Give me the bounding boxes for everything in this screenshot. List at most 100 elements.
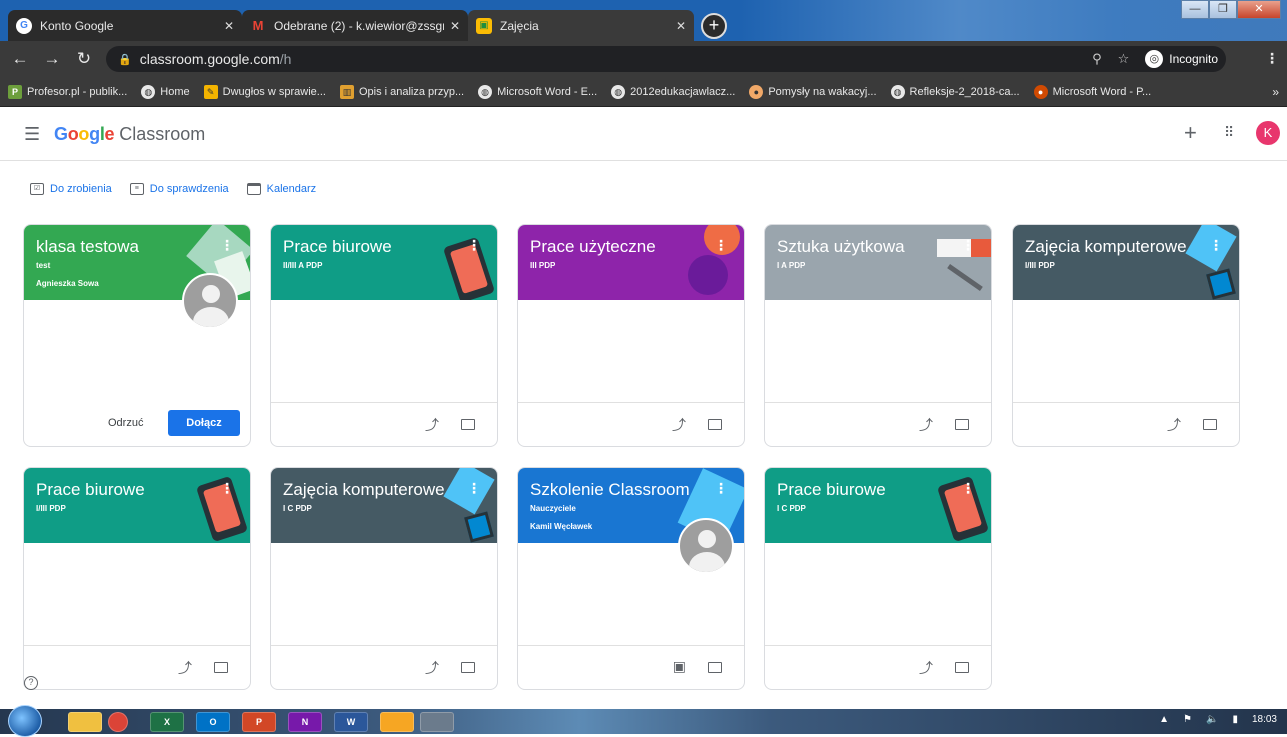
class-card[interactable]: Zajęcia komputerowe I/III PDP ⋮ ⤴ — [1012, 224, 1240, 447]
bookmark-item[interactable]: ✎ Dwugłos w sprawie... — [203, 84, 326, 99]
card-header[interactable]: Prace użyteczne III PDP ⋮ — [518, 225, 744, 300]
folder-icon[interactable] — [461, 662, 475, 673]
close-icon[interactable]: ✕ — [224, 19, 234, 33]
card-menu-icon[interactable]: ⋮ — [961, 480, 975, 497]
class-card[interactable]: Prace biurowe II/III A PDP ⋮ ⤴ — [270, 224, 498, 447]
start-button[interactable] — [8, 705, 42, 737]
bookmark-item[interactable]: ◍ Microsoft Word - E... — [478, 84, 597, 99]
folder-icon[interactable] — [1203, 419, 1217, 430]
bookmark-item[interactable]: ◍ Refleksje-2_2018-ca... — [890, 84, 1020, 99]
class-title[interactable]: Zajęcia komputerowe — [1025, 237, 1187, 257]
card-header[interactable]: Zajęcia komputerowe I/III PDP ⋮ — [1013, 225, 1239, 300]
card-header[interactable]: Sztuka użytkowa I A PDP ⋮ — [765, 225, 991, 300]
network-icon[interactable]: ▮ — [1232, 714, 1238, 725]
card-menu-icon[interactable]: ⋮ — [1209, 237, 1223, 254]
card-menu-icon[interactable]: ⋮ — [467, 237, 481, 254]
class-title[interactable]: Zajęcia komputerowe — [283, 480, 445, 500]
onenote-icon[interactable]: N — [288, 712, 322, 732]
star-icon[interactable]: ☆ — [1118, 51, 1130, 67]
tab-zajecia[interactable]: ▣ Zajęcia ✕ — [468, 10, 694, 41]
card-menu-icon[interactable]: ⋮ — [467, 480, 481, 497]
class-card[interactable]: Zajęcia komputerowe I C PDP ⋮ ⤴ — [270, 467, 498, 690]
class-card[interactable]: Prace użyteczne III PDP ⋮ ⤴ — [517, 224, 745, 447]
class-title[interactable]: klasa testowa — [36, 237, 139, 257]
class-title[interactable]: Prace biurowe — [777, 480, 886, 500]
card-menu-icon[interactable]: ⋮ — [220, 480, 234, 497]
zoom-icon[interactable]: ⚲ — [1092, 51, 1102, 67]
class-title[interactable]: Sztuka użytkowa — [777, 237, 905, 257]
class-title[interactable]: Prace biurowe — [36, 480, 145, 500]
card-menu-icon[interactable]: ⋮ — [220, 237, 234, 254]
bookmark-item[interactable]: ◍ Home — [141, 84, 190, 99]
card-header[interactable]: Prace biurowe I C PDP ⋮ — [765, 468, 991, 543]
card-header[interactable]: Zajęcia komputerowe I C PDP ⋮ — [271, 468, 497, 543]
card-menu-icon[interactable]: ⋮ — [961, 237, 975, 254]
bookmarks-overflow-icon[interactable]: » — [1272, 85, 1279, 99]
explorer-icon[interactable] — [68, 712, 102, 732]
reject-button[interactable]: Odrzuć — [108, 417, 143, 429]
trending-icon[interactable]: ⤴ — [919, 415, 933, 435]
card-menu-icon[interactable]: ⋮ — [714, 480, 728, 497]
bookmark-item[interactable]: ◍ 2012edukacjawlacz... — [611, 84, 735, 99]
close-icon[interactable]: ✕ — [676, 19, 686, 33]
back-icon[interactable]: ← — [8, 49, 32, 69]
bookmark-item[interactable]: ● Microsoft Word - P... — [1033, 84, 1151, 99]
tab-gmail[interactable]: M Odebrane (2) - k.wiewior@zssgro ✕ — [242, 10, 468, 41]
gradebook-icon[interactable]: ▣ — [673, 658, 686, 675]
app-icon[interactable] — [420, 712, 454, 732]
powerpoint-icon[interactable]: P — [242, 712, 276, 732]
class-card[interactable]: Sztuka użytkowa I A PDP ⋮ ⤴ — [764, 224, 992, 447]
excel-icon[interactable]: X — [150, 712, 184, 732]
folder-icon[interactable] — [708, 419, 722, 430]
flag-icon[interactable]: ⚑ — [1183, 714, 1192, 725]
address-bar[interactable]: 🔒 classroom.google.com/h ⚲ ☆ ◎ Incognito — [106, 46, 1226, 72]
class-title[interactable]: Prace użyteczne — [530, 237, 656, 257]
close-icon[interactable]: ✕ — [450, 19, 460, 33]
help-icon[interactable]: ? — [24, 676, 38, 690]
trending-icon[interactable]: ⤴ — [919, 658, 933, 678]
folder-icon[interactable] — [955, 662, 969, 673]
quick-link-calendar[interactable]: Kalendarz — [246, 183, 316, 195]
main-menu-icon[interactable]: ☰ — [24, 124, 40, 145]
tab-konto-google[interactable]: G Konto Google ✕ — [8, 10, 242, 41]
new-tab-button[interactable]: + — [701, 13, 727, 39]
folder-icon[interactable] — [461, 419, 475, 430]
chrome-icon[interactable] — [108, 712, 128, 732]
paint-icon[interactable] — [380, 712, 414, 732]
trending-icon[interactable]: ⤴ — [425, 658, 439, 678]
account-avatar[interactable]: K — [1256, 121, 1280, 145]
quick-link-review[interactable]: ≡ Do sprawdzenia — [129, 183, 229, 195]
class-card-invite[interactable]: klasa testowa test Agnieszka Sowa ⋮ Odrz… — [23, 224, 251, 447]
card-header[interactable]: Prace biurowe I/III PDP ⋮ — [24, 468, 250, 543]
class-card[interactable]: Prace biurowe I C PDP ⋮ ⤴ — [764, 467, 992, 690]
trending-icon[interactable]: ⤴ — [1167, 415, 1181, 435]
class-card[interactable]: Prace biurowe I/III PDP ⋮ ⤴ — [23, 467, 251, 690]
word-icon[interactable]: W — [334, 712, 368, 732]
folder-icon[interactable] — [955, 419, 969, 430]
card-menu-icon[interactable]: ⋮ — [714, 237, 728, 254]
bookmark-item[interactable]: ▥ Opis i analiza przyp... — [339, 84, 464, 99]
trending-icon[interactable]: ⤴ — [672, 415, 686, 435]
apps-grid-icon[interactable]: ⠿ — [1224, 124, 1235, 141]
class-title[interactable]: Prace biurowe — [283, 237, 392, 257]
class-card[interactable]: Szkolenie Classroom Nauczyciele Kamil Wę… — [517, 467, 745, 690]
reload-icon[interactable]: ↻ — [72, 49, 96, 69]
incognito-indicator[interactable]: ◎ Incognito — [1145, 50, 1218, 68]
bookmark-item[interactable]: ● Pomysły na wakacyj... — [749, 84, 877, 99]
card-header[interactable]: Prace biurowe II/III A PDP ⋮ — [271, 225, 497, 300]
folder-icon[interactable] — [214, 662, 228, 673]
classroom-logo[interactable]: Google Classroom — [54, 124, 205, 145]
volume-icon[interactable]: 🔈 — [1206, 714, 1218, 725]
trending-icon[interactable]: ⤴ — [425, 415, 439, 435]
bookmark-item[interactable]: P Profesor.pl - publik... — [8, 84, 127, 99]
minimize-button[interactable]: — — [1181, 0, 1209, 19]
quick-link-todo[interactable]: ☑ Do zrobienia — [30, 183, 112, 195]
browser-menu-icon[interactable]: ⋮ — [1265, 50, 1279, 67]
trending-icon[interactable]: ⤴ — [178, 658, 192, 678]
clock[interactable]: 18:03 — [1252, 714, 1277, 725]
show-hidden-icons[interactable]: ▲ — [1159, 714, 1169, 725]
close-window-button[interactable]: ✕ — [1237, 0, 1281, 19]
class-title[interactable]: Szkolenie Classroom — [530, 480, 690, 500]
forward-icon[interactable]: → — [40, 49, 64, 69]
add-class-button[interactable]: + — [1184, 120, 1197, 146]
